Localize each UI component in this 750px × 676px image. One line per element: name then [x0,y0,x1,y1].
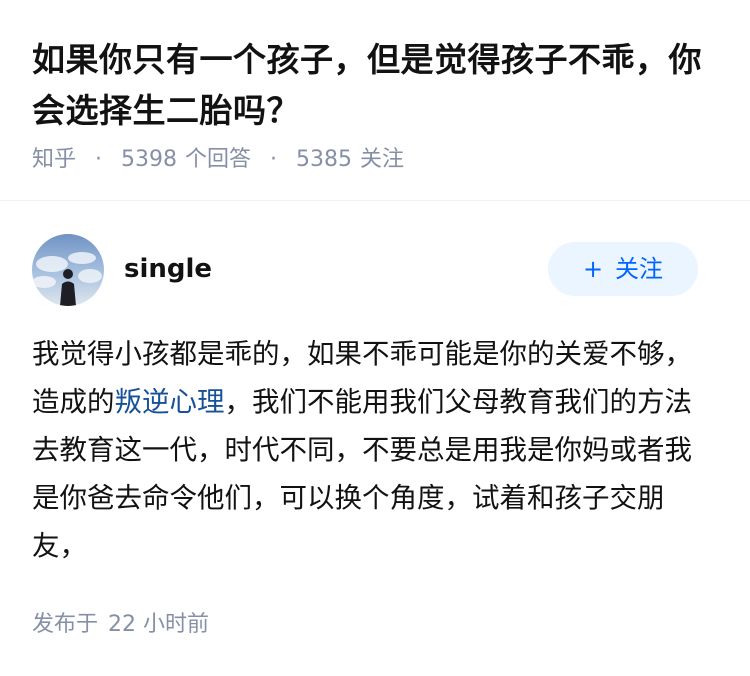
published-label: 发布于 [32,612,99,637]
answer-author: single + 关注 [32,234,698,306]
published-time: 22 小时前 [108,612,210,637]
question-header: 如果你只有一个孩子，但是觉得孩子不乖，你会选择生二胎吗？ [32,34,722,136]
avatar-photo-icon [32,234,104,306]
plus-icon: + [582,255,604,283]
divider [0,200,750,201]
answer-count: 5398 [121,147,178,172]
meta-separator: · [270,147,278,172]
source-label[interactable]: 知乎 [32,147,76,172]
question-title[interactable]: 如果你只有一个孩子，但是觉得孩子不乖，你会选择生二胎吗？ [32,34,722,136]
avatar[interactable] [32,234,104,306]
answer-footer: 发布于 22 小时前 [32,609,209,641]
follower-count: 5385 [296,147,353,172]
answer-count-label: 个回答 [185,147,252,172]
topic-link[interactable]: 叛逆心理 [115,386,225,418]
follower-count-label: 关注 [360,147,405,172]
author-name[interactable]: single [124,252,212,286]
meta-separator: · [95,147,103,172]
follow-button[interactable]: + 关注 [548,242,698,296]
follow-label: 关注 [615,255,664,283]
question-meta: 知乎 · 5398 个回答 · 5385 关注 [32,145,404,175]
answer-content: 我觉得小孩都是乖的，如果不乖可能是你的关爱不够，造成的叛逆心理，我们不能用我们父… [32,330,712,570]
